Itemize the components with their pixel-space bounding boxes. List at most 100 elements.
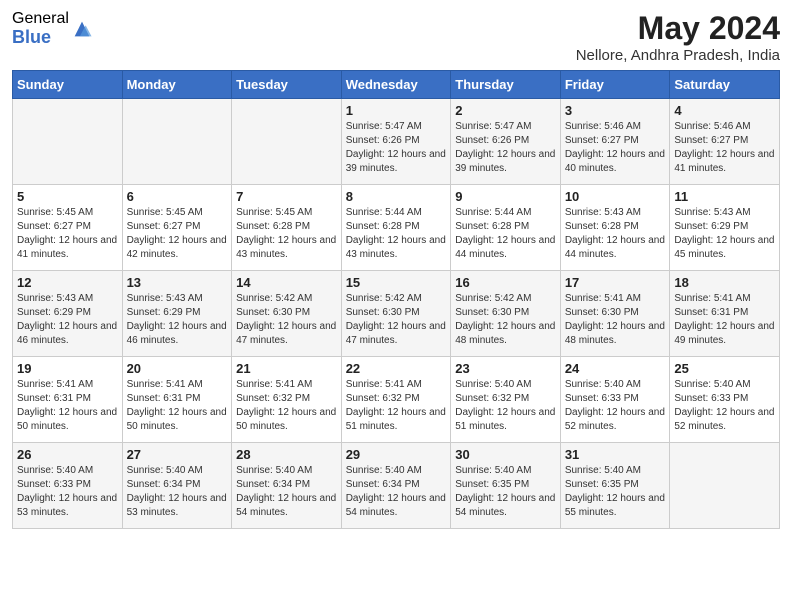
day-number: 6 <box>127 189 228 204</box>
calendar-cell: 2Sunrise: 5:47 AM Sunset: 6:26 PM Daylig… <box>451 99 561 185</box>
calendar-cell <box>670 443 780 529</box>
day-number: 19 <box>17 361 118 376</box>
calendar-cell: 16Sunrise: 5:42 AM Sunset: 6:30 PM Dayli… <box>451 271 561 357</box>
header-monday: Monday <box>122 71 232 99</box>
day-number: 4 <box>674 103 775 118</box>
day-number: 23 <box>455 361 556 376</box>
calendar-cell: 5 Sunrise: 5:45 AM Sunset: 6:27 PM Daylig… <box>13 185 123 271</box>
logo-blue: Blue <box>12 28 69 48</box>
calendar-cell: 17 Sunrise: 5:41 AM Sunset: 6:30 PM Dayli… <box>560 271 670 357</box>
calendar-cell: 19 Sunrise: 5:41 AM Sunset: 6:31 PM Dayli… <box>13 357 123 443</box>
day-number: 28 <box>236 447 337 462</box>
calendar-cell: 15 Sunrise: 5:42 AM Sunset: 6:30 PM Dayli… <box>341 271 451 357</box>
logo: General Blue <box>12 10 93 47</box>
calendar-cell: 20 Sunrise: 5:41 AM Sunset: 6:31 PM Dayli… <box>122 357 232 443</box>
day-number: 14 <box>236 275 337 290</box>
calendar-cell: 11Sunrise: 5:43 AM Sunset: 6:29 PM Dayli… <box>670 185 780 271</box>
calendar-cell: 25 Sunrise: 5:40 AM Sunset: 6:33 PM Dayli… <box>670 357 780 443</box>
day-number: 10 <box>565 189 666 204</box>
day-number: 18 <box>674 275 775 290</box>
calendar-cell <box>13 99 123 185</box>
day-detail: Sunrise: 5:41 AM Sunset: 6:31 PM Dayligh… <box>17 379 117 432</box>
calendar-week-5: 26Sunrise: 5:40 AM Sunset: 6:33 PM Dayli… <box>13 443 780 529</box>
day-detail: Sunrise: 5:45 AM Sunset: 6:27 PM Dayligh… <box>17 207 117 260</box>
calendar-week-1: 1Sunrise: 5:47 AM Sunset: 6:26 PM Daylig… <box>13 99 780 185</box>
calendar-table: SundayMondayTuesdayWednesdayThursdayFrid… <box>12 70 780 529</box>
day-detail: Sunrise: 5:41 AM Sunset: 6:30 PM Dayligh… <box>565 293 665 346</box>
day-detail: Sunrise: 5:43 AM Sunset: 6:28 PM Dayligh… <box>565 207 665 260</box>
day-detail: Sunrise: 5:41 AM Sunset: 6:32 PM Dayligh… <box>346 379 446 432</box>
subtitle: Nellore, Andhra Pradesh, India <box>576 47 780 64</box>
day-detail: Sunrise: 5:41 AM Sunset: 6:32 PM Dayligh… <box>236 379 336 432</box>
day-detail: Sunrise: 5:42 AM Sunset: 6:30 PM Dayligh… <box>346 293 446 346</box>
calendar-cell: 4 Sunrise: 5:46 AM Sunset: 6:27 PM Daylig… <box>670 99 780 185</box>
calendar-cell: 23 Sunrise: 5:40 AM Sunset: 6:32 PM Dayli… <box>451 357 561 443</box>
day-number: 1 <box>346 103 447 118</box>
day-detail: Sunrise: 5:40 AM Sunset: 6:33 PM Dayligh… <box>674 379 774 432</box>
calendar-cell: 3Sunrise: 5:46 AM Sunset: 6:27 PM Daylig… <box>560 99 670 185</box>
day-detail: Sunrise: 5:44 AM Sunset: 6:28 PM Dayligh… <box>346 207 446 260</box>
day-number: 29 <box>346 447 447 462</box>
day-number: 24 <box>565 361 666 376</box>
calendar-cell: 21 Sunrise: 5:41 AM Sunset: 6:32 PM Dayli… <box>232 357 342 443</box>
day-detail: Sunrise: 5:41 AM Sunset: 6:31 PM Dayligh… <box>127 379 227 432</box>
day-detail: Sunrise: 5:43 AM Sunset: 6:29 PM Dayligh… <box>17 293 117 346</box>
day-detail: Sunrise: 5:40 AM Sunset: 6:34 PM Dayligh… <box>346 465 446 518</box>
day-number: 13 <box>127 275 228 290</box>
day-number: 26 <box>17 447 118 462</box>
day-detail: Sunrise: 5:44 AM Sunset: 6:28 PM Dayligh… <box>455 207 555 260</box>
day-detail: Sunrise: 5:46 AM Sunset: 6:27 PM Dayligh… <box>674 121 774 174</box>
calendar-week-4: 19 Sunrise: 5:41 AM Sunset: 6:31 PM Dayli… <box>13 357 780 443</box>
day-detail: Sunrise: 5:40 AM Sunset: 6:34 PM Dayligh… <box>127 465 227 518</box>
day-number: 15 <box>346 275 447 290</box>
day-number: 25 <box>674 361 775 376</box>
header-wednesday: Wednesday <box>341 71 451 99</box>
day-number: 22 <box>346 361 447 376</box>
header-friday: Friday <box>560 71 670 99</box>
calendar-cell: 1Sunrise: 5:47 AM Sunset: 6:26 PM Daylig… <box>341 99 451 185</box>
day-number: 30 <box>455 447 556 462</box>
title-block: May 2024 Nellore, Andhra Pradesh, India <box>576 10 780 64</box>
calendar-cell: 14 Sunrise: 5:42 AM Sunset: 6:30 PM Dayli… <box>232 271 342 357</box>
calendar-cell: 8 Sunrise: 5:44 AM Sunset: 6:28 PM Daylig… <box>341 185 451 271</box>
calendar-cell: 7 Sunrise: 5:45 AM Sunset: 6:28 PM Daylig… <box>232 185 342 271</box>
day-detail: Sunrise: 5:42 AM Sunset: 6:30 PM Dayligh… <box>236 293 336 346</box>
day-number: 27 <box>127 447 228 462</box>
calendar-cell: 29 Sunrise: 5:40 AM Sunset: 6:34 PM Dayli… <box>341 443 451 529</box>
header-tuesday: Tuesday <box>232 71 342 99</box>
day-detail: Sunrise: 5:40 AM Sunset: 6:35 PM Dayligh… <box>455 465 555 518</box>
calendar-header-row: SundayMondayTuesdayWednesdayThursdayFrid… <box>13 71 780 99</box>
day-detail: Sunrise: 5:43 AM Sunset: 6:29 PM Dayligh… <box>127 293 227 346</box>
day-number: 21 <box>236 361 337 376</box>
calendar-cell: 28Sunrise: 5:40 AM Sunset: 6:34 PM Dayli… <box>232 443 342 529</box>
day-number: 7 <box>236 189 337 204</box>
header-thursday: Thursday <box>451 71 561 99</box>
day-detail: Sunrise: 5:40 AM Sunset: 6:35 PM Dayligh… <box>565 465 665 518</box>
calendar-cell: 12 Sunrise: 5:43 AM Sunset: 6:29 PM Dayli… <box>13 271 123 357</box>
logo-text: General Blue <box>12 10 69 47</box>
calendar-cell: 6Sunrise: 5:45 AM Sunset: 6:27 PM Daylig… <box>122 185 232 271</box>
day-detail: Sunrise: 5:40 AM Sunset: 6:32 PM Dayligh… <box>455 379 555 432</box>
day-number: 5 <box>17 189 118 204</box>
header-sunday: Sunday <box>13 71 123 99</box>
day-number: 12 <box>17 275 118 290</box>
calendar-week-3: 12 Sunrise: 5:43 AM Sunset: 6:29 PM Dayli… <box>13 271 780 357</box>
calendar-cell: 22 Sunrise: 5:41 AM Sunset: 6:32 PM Dayli… <box>341 357 451 443</box>
main-title: May 2024 <box>576 10 780 47</box>
day-detail: Sunrise: 5:40 AM Sunset: 6:33 PM Dayligh… <box>565 379 665 432</box>
day-number: 3 <box>565 103 666 118</box>
calendar-cell: 18Sunrise: 5:41 AM Sunset: 6:31 PM Dayli… <box>670 271 780 357</box>
day-number: 17 <box>565 275 666 290</box>
day-detail: Sunrise: 5:45 AM Sunset: 6:28 PM Dayligh… <box>236 207 336 260</box>
calendar-cell: 26Sunrise: 5:40 AM Sunset: 6:33 PM Dayli… <box>13 443 123 529</box>
calendar-week-2: 5 Sunrise: 5:45 AM Sunset: 6:27 PM Daylig… <box>13 185 780 271</box>
day-number: 8 <box>346 189 447 204</box>
day-number: 9 <box>455 189 556 204</box>
calendar-cell: 10 Sunrise: 5:43 AM Sunset: 6:28 PM Dayli… <box>560 185 670 271</box>
calendar-cell: 30 Sunrise: 5:40 AM Sunset: 6:35 PM Dayli… <box>451 443 561 529</box>
logo-icon <box>71 18 93 40</box>
calendar-cell: 13 Sunrise: 5:43 AM Sunset: 6:29 PM Dayli… <box>122 271 232 357</box>
calendar-cell: 27 Sunrise: 5:40 AM Sunset: 6:34 PM Dayli… <box>122 443 232 529</box>
day-number: 2 <box>455 103 556 118</box>
day-number: 20 <box>127 361 228 376</box>
